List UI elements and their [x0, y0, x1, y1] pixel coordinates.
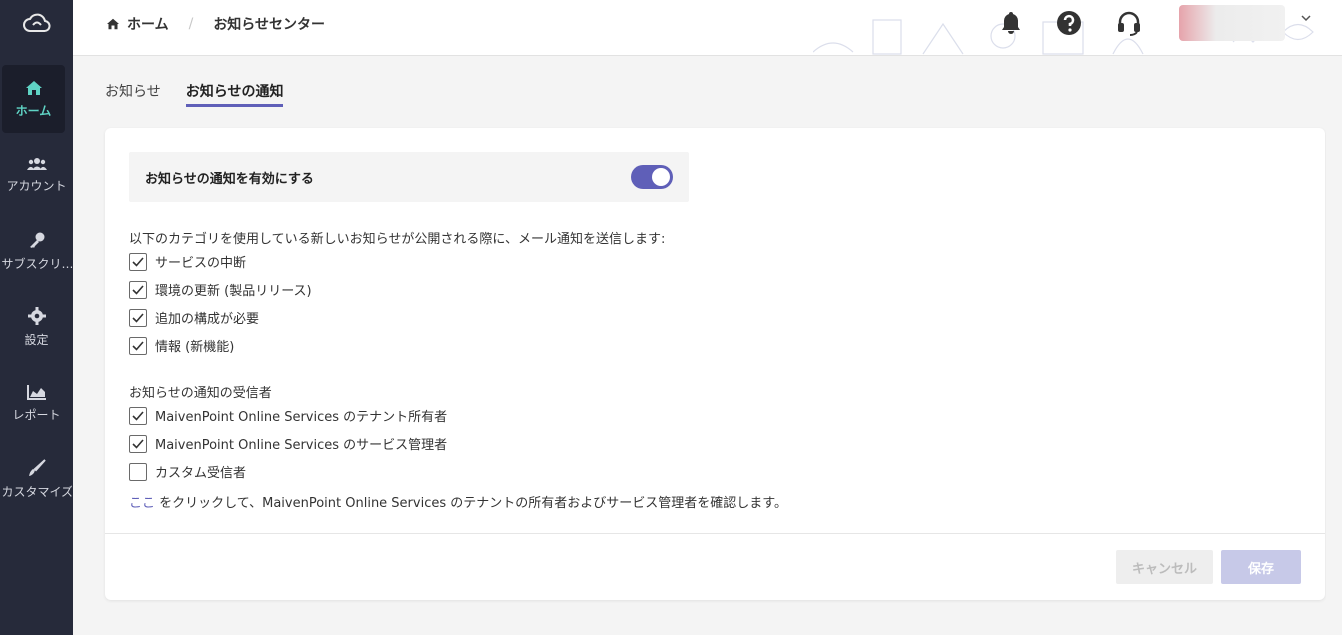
- key-icon: [29, 232, 44, 248]
- breadcrumb-current: お知らせセンター: [213, 17, 326, 33]
- checkbox[interactable]: [129, 406, 147, 425]
- tab-notice-notifications[interactable]: お知らせの通知: [185, 81, 284, 107]
- chevron-down-icon[interactable]: [1301, 13, 1311, 23]
- checkbox-label: 追加の構成が必要: [155, 312, 260, 327]
- save-button[interactable]: 保存: [1221, 550, 1301, 584]
- breadcrumb-separator: /: [188, 16, 194, 32]
- checkbox-label: 環境の更新 (製品リリース): [155, 284, 312, 299]
- top-header: ホーム / お知らせセンター: [73, 0, 1342, 56]
- notification-settings-card: お知らせの通知を有効にする 以下のカテゴリを使用している新しいお知らせが公開され…: [105, 128, 1325, 600]
- checkbox[interactable]: [129, 434, 147, 453]
- checkbox-label: カスタム受信者: [155, 466, 247, 481]
- sidebar-item-label: レポート: [12, 407, 61, 422]
- categories-intro: 以下のカテゴリを使用している新しいお知らせが公開される際に、メール通知を送信しま…: [129, 232, 666, 247]
- sidebar-item-label: サブスクリ…: [1, 256, 72, 271]
- checkbox[interactable]: [129, 462, 147, 481]
- brush-icon: [28, 458, 46, 476]
- sidebar-item-account[interactable]: アカウント: [0, 141, 73, 209]
- sidebar-item-home[interactable]: ホーム: [2, 65, 65, 133]
- category-checkbox-row[interactable]: サービスの中断: [129, 252, 246, 271]
- enable-notifications-row: お知らせの通知を有効にする: [129, 152, 689, 202]
- sidebar: ホーム アカウント サブスクリ… 設定 レポート カスタマイズ: [0, 0, 73, 635]
- home-icon: [25, 80, 42, 95]
- check-icon: [132, 312, 144, 323]
- tab-notices[interactable]: お知らせ: [105, 81, 161, 107]
- category-checkbox-row[interactable]: 環境の更新 (製品リリース): [129, 280, 312, 299]
- category-checkbox-row[interactable]: 情報 (新機能): [129, 336, 234, 355]
- check-icon: [132, 256, 144, 267]
- recipient-checkbox-row[interactable]: MaivenPoint Online Services のテナント所有者: [129, 406, 447, 425]
- cancel-button[interactable]: キャンセル: [1116, 550, 1213, 584]
- users-icon: [26, 157, 47, 170]
- home-icon: [107, 18, 119, 30]
- user-avatar[interactable]: [1179, 5, 1285, 41]
- checkbox[interactable]: [129, 252, 147, 271]
- owners-link[interactable]: ここ: [129, 496, 155, 511]
- scrollbar[interactable]: [1326, 56, 1342, 635]
- checkbox[interactable]: [129, 280, 147, 299]
- headset-icon[interactable]: [1116, 10, 1142, 36]
- recipient-checkbox-row[interactable]: MaivenPoint Online Services のサービス管理者: [129, 434, 447, 453]
- breadcrumb-home-label: ホーム: [127, 17, 169, 33]
- cloud-logo-icon[interactable]: [0, 0, 73, 47]
- footnote-text: をクリックして、MaivenPoint Online Services のテナン…: [155, 496, 787, 511]
- checkbox[interactable]: [129, 336, 147, 355]
- sidebar-item-subscription[interactable]: サブスクリ…: [0, 217, 73, 285]
- sidebar-item-customize[interactable]: カスタマイズ: [0, 445, 73, 513]
- sidebar-item-label: ホーム: [15, 103, 52, 118]
- recipients-title: お知らせの通知の受信者: [129, 386, 272, 401]
- checkbox-label: 情報 (新機能): [155, 340, 235, 355]
- check-icon: [132, 340, 144, 351]
- recipient-checkbox-row[interactable]: カスタム受信者: [129, 462, 246, 481]
- checkbox-label: サービスの中断: [155, 256, 247, 271]
- sidebar-item-reports[interactable]: レポート: [0, 369, 73, 437]
- chart-icon: [26, 384, 46, 400]
- checkbox[interactable]: [129, 308, 147, 327]
- category-checkbox-row[interactable]: 追加の構成が必要: [129, 308, 259, 327]
- check-icon: [132, 438, 144, 449]
- enable-notifications-toggle[interactable]: [631, 165, 673, 189]
- check-icon: [132, 410, 144, 421]
- breadcrumb: ホーム / お知らせセンター: [106, 14, 325, 34]
- help-icon[interactable]: [1056, 10, 1082, 36]
- checkbox-label: MaivenPoint Online Services のテナント所有者: [155, 410, 448, 425]
- owners-footnote: ここ をクリックして、MaivenPoint Online Services の…: [129, 492, 787, 511]
- sidebar-item-label: 設定: [24, 332, 49, 347]
- breadcrumb-home[interactable]: ホーム: [106, 14, 169, 34]
- gear-icon: [27, 306, 46, 325]
- check-icon: [132, 284, 144, 295]
- checkbox-label: MaivenPoint Online Services のサービス管理者: [155, 438, 448, 453]
- sidebar-item-label: カスタマイズ: [1, 484, 72, 499]
- sidebar-item-label: アカウント: [6, 178, 67, 193]
- bell-icon[interactable]: [998, 10, 1024, 36]
- divider: [105, 533, 1325, 534]
- enable-notifications-label: お知らせの通知を有効にする: [145, 171, 314, 187]
- sidebar-item-settings[interactable]: 設定: [0, 293, 73, 361]
- tab-bar: お知らせ お知らせの通知: [105, 81, 308, 107]
